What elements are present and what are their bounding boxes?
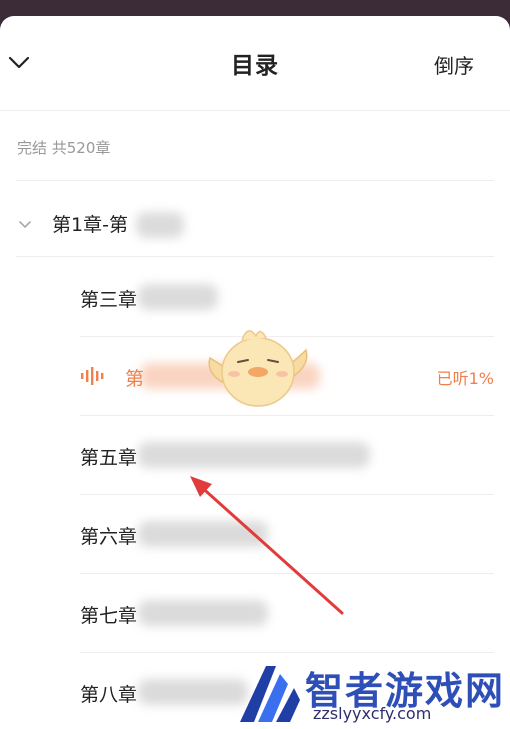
chapter-title: 第八章: [80, 684, 138, 706]
chapter-title: 第六章: [80, 526, 138, 548]
mascot-sticker: [208, 330, 308, 407]
blurred-text: [136, 212, 184, 238]
blurred-text: [138, 679, 248, 705]
chapter-title: 第七章: [80, 605, 138, 627]
divider: [16, 256, 494, 257]
reverse-order-button[interactable]: 倒序: [434, 50, 474, 79]
watermark-logo-icon: [240, 666, 300, 722]
volume-group-header[interactable]: 第1章-第: [16, 196, 494, 256]
blurred-text: [138, 521, 268, 547]
blurred-text: [138, 442, 370, 468]
chapter-title: 第五章: [80, 447, 138, 469]
divider: [16, 180, 494, 181]
watermark-url: zzslyyxcfy.com: [313, 704, 432, 723]
sheet-header: 目录 倒序: [0, 16, 510, 111]
chapter-item[interactable]: 第七章: [80, 574, 494, 653]
blurred-text: [138, 284, 218, 310]
volume-title: 第1章-第: [52, 214, 128, 236]
chevron-down-icon: [19, 221, 31, 229]
chapter-item[interactable]: 第六章: [80, 495, 494, 574]
listen-progress-label: 已听1%: [436, 369, 494, 388]
book-status-text: 完结 共520章: [17, 139, 111, 157]
audio-wave-icon: [81, 367, 104, 385]
chapter-title: 第三章: [80, 289, 138, 311]
chapter-item[interactable]: 第五章: [80, 416, 494, 495]
blurred-text: [138, 600, 268, 626]
